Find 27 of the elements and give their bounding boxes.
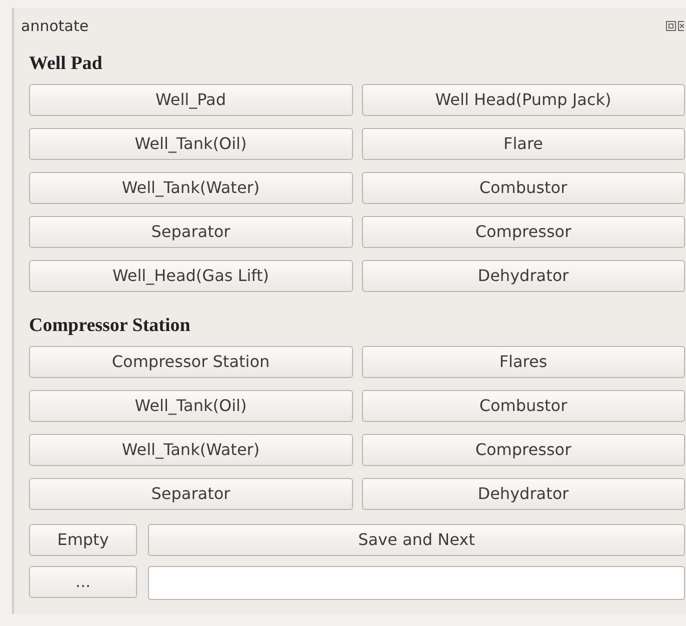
category-button[interactable]: Well_Tank(Oil) bbox=[29, 390, 352, 422]
save-and-next-button[interactable]: Save and Next bbox=[148, 524, 685, 556]
category-button[interactable]: Dehydrator bbox=[362, 478, 685, 510]
category-button[interactable]: Combustor bbox=[362, 390, 685, 422]
category-button[interactable]: Well_Pad bbox=[29, 84, 352, 116]
category-button[interactable]: Dehydrator bbox=[362, 260, 685, 292]
category-button[interactable]: Well_Head(Gas Lift) bbox=[29, 260, 352, 292]
category-button[interactable]: Compressor bbox=[362, 216, 685, 248]
category-button[interactable]: Separator bbox=[29, 478, 352, 510]
window-title: annotate bbox=[21, 16, 89, 37]
empty-button[interactable]: Empty bbox=[29, 524, 137, 556]
section-heading: Well Pad bbox=[29, 52, 102, 76]
category-button[interactable]: Separator bbox=[29, 216, 352, 248]
close-icon[interactable] bbox=[678, 21, 684, 31]
category-button[interactable]: Well_Tank(Water) bbox=[29, 172, 352, 204]
category-button[interactable]: Compressor Station bbox=[29, 346, 352, 378]
category-button[interactable]: Well Head(Pump Jack) bbox=[362, 84, 685, 116]
browse-button[interactable]: ... bbox=[29, 566, 137, 598]
float-icon[interactable] bbox=[666, 21, 676, 31]
category-button[interactable]: Combustor bbox=[362, 172, 685, 204]
path-field[interactable] bbox=[148, 566, 685, 600]
category-button[interactable]: Well_Tank(Oil) bbox=[29, 128, 352, 160]
category-button[interactable]: Compressor bbox=[362, 434, 685, 466]
section-heading: Compressor Station bbox=[29, 314, 190, 338]
category-button[interactable]: Well_Tank(Water) bbox=[29, 434, 352, 466]
category-button[interactable]: Flares bbox=[362, 346, 685, 378]
category-button[interactable]: Flare bbox=[362, 128, 685, 160]
